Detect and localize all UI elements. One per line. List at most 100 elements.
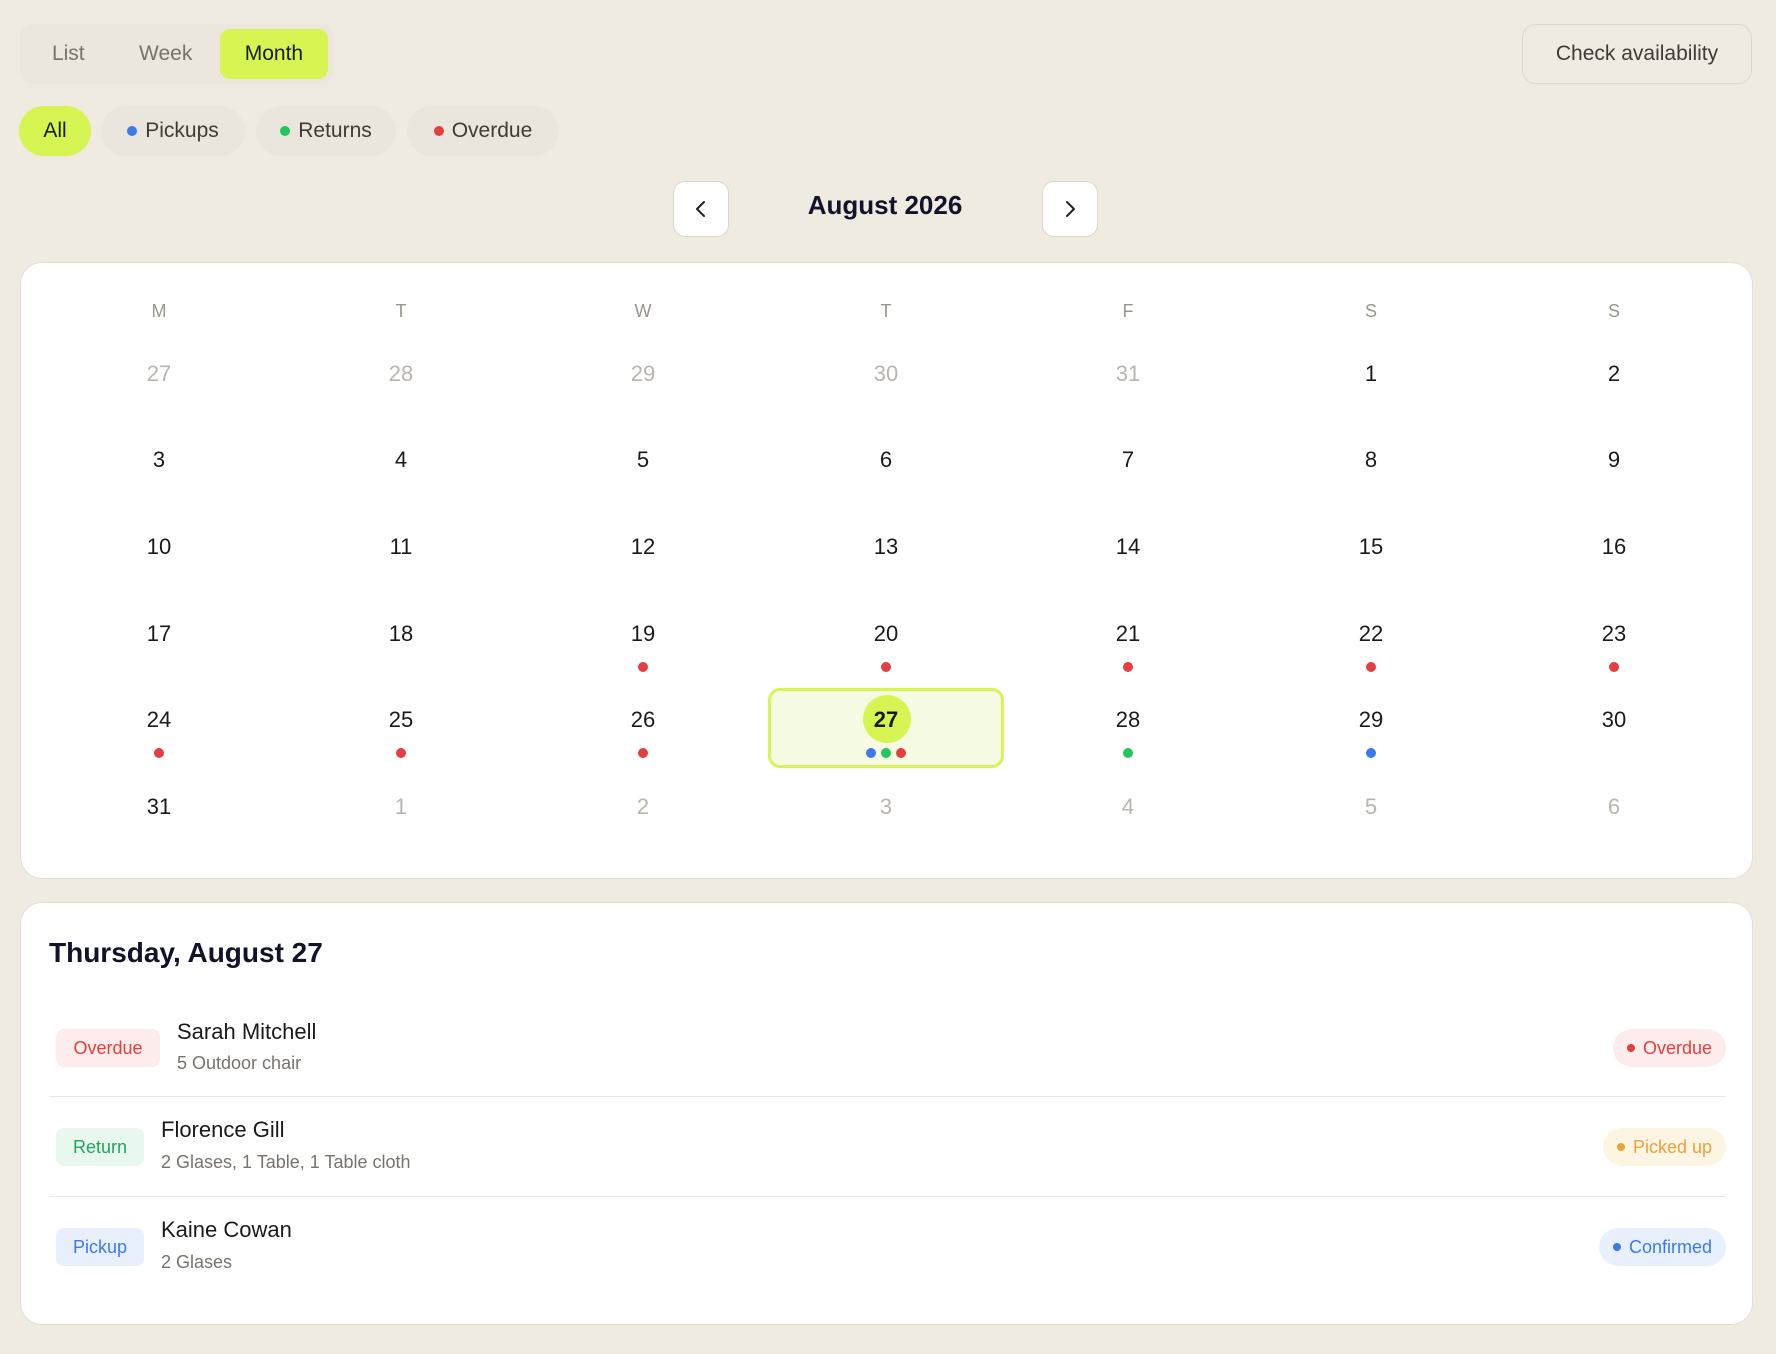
- day-cell[interactable]: 4: [1098, 794, 1158, 820]
- weekday-header: W: [634, 301, 652, 321]
- status-label: Picked up: [1632, 1136, 1712, 1157]
- day-cell[interactable]: 13: [856, 534, 916, 560]
- weekday-header: T: [395, 301, 407, 321]
- day-cell[interactable]: 28: [1098, 707, 1158, 733]
- return-event-dot: [881, 748, 891, 758]
- day-cell[interactable]: 10: [129, 534, 189, 560]
- customer-name: Sarah Mitchell: [177, 1019, 317, 1044]
- day-cell[interactable]: 15: [1341, 534, 1401, 560]
- overdue-event-dot: [1366, 662, 1376, 672]
- filter-returns-chip[interactable]: Returns: [256, 106, 396, 156]
- day-cell[interactable]: 26: [613, 707, 673, 733]
- check-availability-button[interactable]: Check availability: [1522, 24, 1752, 84]
- pickup-event-dot: [866, 748, 876, 758]
- status-dot-icon: [1616, 1143, 1625, 1151]
- overdue-event-dot: [396, 748, 406, 758]
- status-badge[interactable]: Overdue: [1612, 1029, 1726, 1067]
- weekday-header: F: [1122, 301, 1134, 321]
- customer-name: Florence Gill: [161, 1117, 285, 1142]
- booking-type-tag: Pickup: [56, 1228, 144, 1266]
- view-toggle: List Week Month: [20, 24, 333, 84]
- overdue-event-dot: [896, 748, 906, 758]
- overdue-dot-icon: [433, 126, 444, 136]
- selected-date-title: Thursday, August 27: [49, 937, 323, 968]
- view-month-tab[interactable]: Month: [219, 29, 329, 79]
- day-cell[interactable]: 24: [129, 707, 189, 733]
- booking-row[interactable]: Return Florence Gill 2 Glases, 1 Table, …: [49, 1097, 1726, 1197]
- day-cell[interactable]: 3: [129, 447, 189, 473]
- day-cell[interactable]: 7: [1098, 447, 1158, 473]
- booking-row[interactable]: Overdue Sarah Mitchell 5 Outdoor chair O…: [49, 997, 1726, 1097]
- day-cell[interactable]: 6: [856, 447, 916, 473]
- filter-pickups-label: Pickups: [145, 119, 219, 142]
- filter-all-label: All: [43, 119, 67, 142]
- prev-month-button[interactable]: [673, 181, 729, 237]
- day-cell[interactable]: 31: [129, 794, 189, 820]
- day-cell[interactable]: 16: [1584, 534, 1644, 560]
- selected-day-number[interactable]: 27: [856, 707, 916, 733]
- day-cell[interactable]: 8: [1341, 447, 1401, 473]
- day-cell[interactable]: 9: [1584, 447, 1644, 473]
- day-cell[interactable]: 2: [1584, 361, 1644, 387]
- status-dot-icon: [1626, 1044, 1635, 1052]
- filter-overdue-chip[interactable]: Overdue: [407, 106, 559, 156]
- status-label: Overdue: [1642, 1037, 1712, 1058]
- day-cell[interactable]: 5: [613, 447, 673, 473]
- day-cell[interactable]: 28: [371, 361, 431, 387]
- next-month-button[interactable]: [1042, 181, 1098, 237]
- day-cell[interactable]: 22: [1341, 621, 1401, 647]
- return-dot-icon: [280, 126, 291, 136]
- day-cell[interactable]: 14: [1098, 534, 1158, 560]
- day-cell[interactable]: 6: [1584, 794, 1644, 820]
- day-cell[interactable]: 5: [1341, 794, 1401, 820]
- month-title: August 2026: [807, 190, 963, 220]
- booking-type-tag: Return: [56, 1128, 144, 1166]
- weekday-header: S: [1364, 301, 1377, 321]
- day-cell[interactable]: 25: [371, 707, 431, 733]
- view-week-tab[interactable]: Week: [112, 29, 220, 79]
- day-cell[interactable]: 2: [613, 794, 673, 820]
- status-dot-icon: [1612, 1243, 1621, 1251]
- overdue-event-dot: [638, 662, 648, 672]
- overdue-event-dot: [154, 748, 164, 758]
- day-cell[interactable]: 30: [1584, 707, 1644, 733]
- day-cell[interactable]: 1: [1341, 361, 1401, 387]
- return-event-dot: [1123, 748, 1133, 758]
- pickup-event-dot: [1366, 748, 1376, 758]
- booking-items: 2 Glases: [161, 1252, 233, 1272]
- booking-type-tag: Overdue: [56, 1029, 160, 1067]
- calendar-grid: M T W T F S S 27 28 29 30 31 1 2 3 4 5 6 7 8 9 10 11 12 13 14 15 16…: [20, 262, 1753, 879]
- day-cell[interactable]: 23: [1584, 621, 1644, 647]
- status-badge[interactable]: Picked up: [1602, 1128, 1726, 1166]
- day-cell[interactable]: 27: [129, 361, 189, 387]
- day-cell[interactable]: 20: [856, 621, 916, 647]
- filter-all-chip[interactable]: All: [19, 106, 91, 156]
- filter-overdue-label: Overdue: [451, 119, 533, 142]
- day-cell[interactable]: 29: [613, 361, 673, 387]
- view-list-tab[interactable]: List: [25, 29, 112, 79]
- day-cell[interactable]: 3: [856, 794, 916, 820]
- pickup-dot-icon: [127, 126, 138, 136]
- day-details-panel: Thursday, August 27 Overdue Sarah Mitche…: [20, 902, 1753, 1325]
- day-cell[interactable]: 31: [1098, 361, 1158, 387]
- weekday-header: T: [880, 301, 892, 321]
- day-cell[interactable]: 18: [371, 621, 431, 647]
- booking-row[interactable]: Pickup Kaine Cowan 2 Glases Confirmed: [49, 1197, 1726, 1297]
- filter-returns-label: Returns: [298, 119, 372, 142]
- filter-pickups-chip[interactable]: Pickups: [101, 106, 245, 156]
- overdue-event-dot: [638, 748, 648, 758]
- day-cell[interactable]: 1: [371, 794, 431, 820]
- day-cell[interactable]: 30: [856, 361, 916, 387]
- day-cell[interactable]: 21: [1098, 621, 1158, 647]
- booking-items: 5 Outdoor chair: [177, 1053, 302, 1073]
- booking-items: 2 Glases, 1 Table, 1 Table cloth: [161, 1152, 411, 1172]
- day-cell[interactable]: 4: [371, 447, 431, 473]
- chevron-left-icon: [696, 201, 705, 217]
- day-cell[interactable]: 17: [129, 621, 189, 647]
- weekday-header: S: [1607, 301, 1620, 321]
- day-cell[interactable]: 29: [1341, 707, 1401, 733]
- status-badge[interactable]: Confirmed: [1598, 1228, 1726, 1266]
- day-cell[interactable]: 19: [613, 621, 673, 647]
- day-cell[interactable]: 11: [371, 534, 431, 560]
- day-cell[interactable]: 12: [613, 534, 673, 560]
